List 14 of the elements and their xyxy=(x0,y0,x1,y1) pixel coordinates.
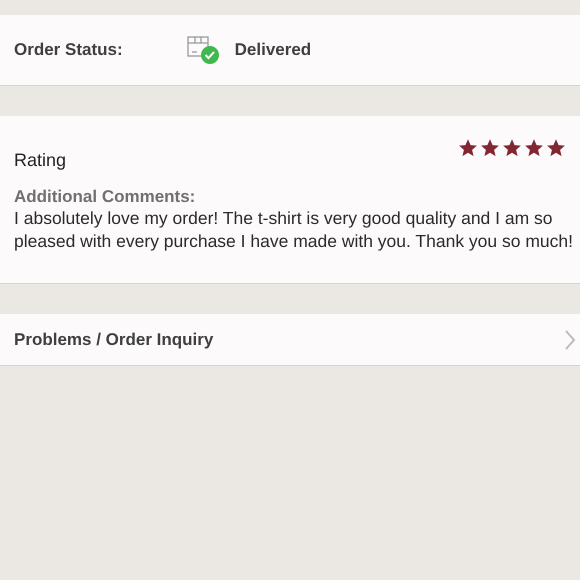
star-icon xyxy=(502,138,522,158)
inquiry-label: Problems / Order Inquiry xyxy=(14,330,214,350)
star-icon xyxy=(524,138,544,158)
star-icon xyxy=(458,138,478,158)
inquiry-row[interactable]: Problems / Order Inquiry xyxy=(0,314,580,366)
delivered-box-icon xyxy=(186,35,221,65)
comments-text: I absolutely love my order! The t-shirt is very good quality and I am so pleased with every purchase I have made with you. Thank you so much! xyxy=(14,207,574,253)
star-icon xyxy=(546,138,566,158)
rating-title: Rating xyxy=(14,150,66,171)
star-icon xyxy=(480,138,500,158)
status-label: Order Status: xyxy=(14,40,123,60)
chevron-right-icon xyxy=(564,328,576,350)
comments-label: Additional Comments: xyxy=(14,187,196,207)
status-value: Delivered xyxy=(234,40,312,60)
